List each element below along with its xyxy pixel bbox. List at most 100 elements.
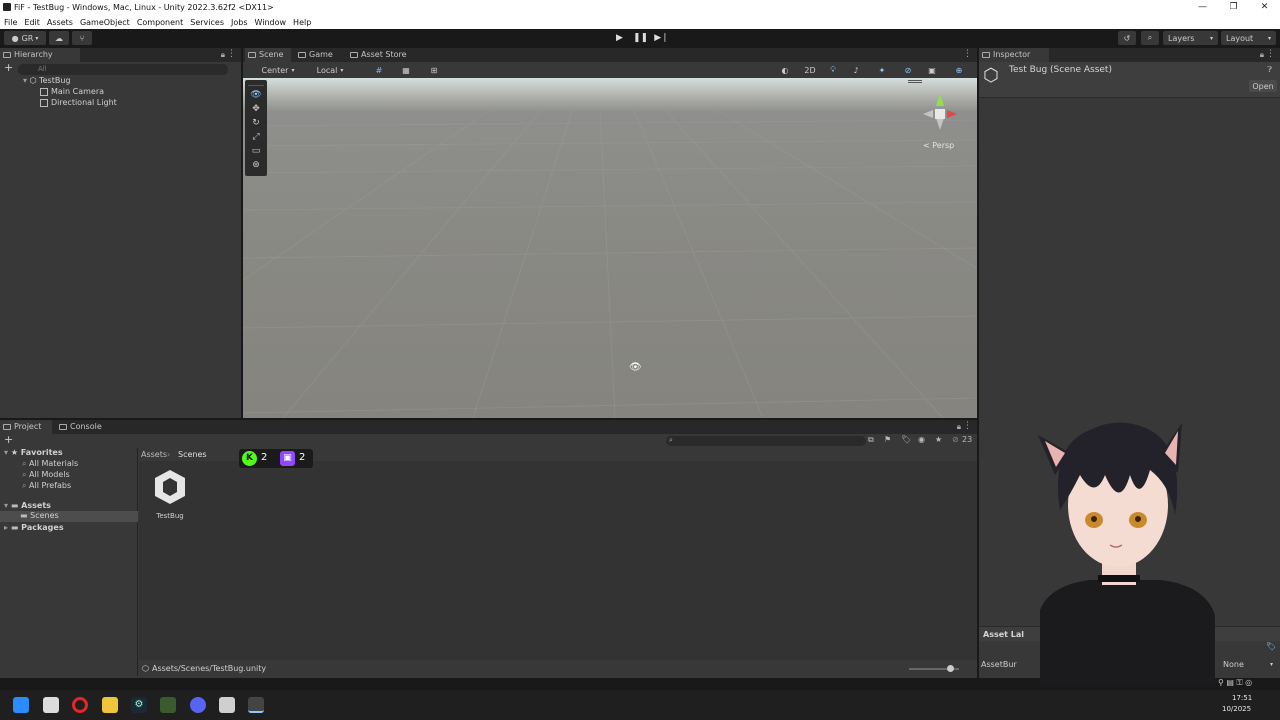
close-button[interactable]: ✕: [1249, 0, 1280, 15]
more-options-icon[interactable]: ⋮: [963, 49, 972, 59]
effects-dropdown[interactable]: ✦: [869, 64, 895, 76]
discord-icon[interactable]: [190, 697, 206, 713]
favorite-item-all-models[interactable]: ⌕ All Models: [22, 470, 70, 480]
tab-console[interactable]: Console: [56, 420, 108, 434]
draw-mode-dropdown[interactable]: ◐: [773, 64, 797, 76]
layout-dropdown[interactable]: Layout ▾: [1221, 31, 1276, 45]
rect-tool-icon[interactable]: ▭: [245, 144, 267, 158]
system-tray-icons[interactable]: ⚲ ▤ ⚿ ◎: [1218, 678, 1252, 688]
menu-file[interactable]: File: [4, 18, 17, 27]
play-controls: ▶ ❚❚ ▶❘: [609, 31, 672, 45]
increment-snap-button[interactable]: ⊞: [422, 64, 446, 76]
menu-gameobject[interactable]: GameObject: [80, 18, 130, 27]
breadcrumb-scenes[interactable]: Scenes: [178, 450, 207, 459]
menu-help[interactable]: Help: [293, 18, 311, 27]
audio-toggle[interactable]: ♪: [846, 64, 866, 76]
grid-snap-button[interactable]: #: [367, 64, 391, 76]
create-asset-button[interactable]: +: [4, 433, 13, 446]
file-explorer-icon[interactable]: [102, 697, 118, 713]
menu-lines-icon[interactable]: [908, 80, 922, 83]
icon-size-slider[interactable]: [909, 665, 959, 672]
account-dropdown[interactable]: ● GR ▾: [4, 31, 46, 45]
scale-tool-icon[interactable]: ⤢: [245, 130, 267, 144]
favorites-row[interactable]: ▾ ★ Favorites: [4, 448, 63, 457]
view-tool-eye-icon[interactable]: 👁︎: [245, 88, 267, 102]
tab-scene[interactable]: Scene: [245, 48, 291, 62]
projection-label[interactable]: < Persp: [923, 141, 954, 150]
steam-icon[interactable]: ⚙: [131, 697, 147, 713]
clock-time[interactable]: 17:51: [1232, 694, 1252, 702]
favorite-item-all-prefabs[interactable]: ⌕ All Prefabs: [22, 481, 71, 491]
orientation-gizmo[interactable]: [915, 90, 965, 132]
tab-asset-store[interactable]: Asset Store: [347, 48, 413, 62]
open-button[interactable]: Open: [1249, 80, 1277, 92]
step-button[interactable]: ▶❘: [651, 31, 672, 45]
hierarchy-item-main-camera[interactable]: Main Camera: [40, 87, 104, 96]
mode-2d-toggle[interactable]: 2D: [800, 64, 820, 76]
opera-icon[interactable]: [72, 697, 88, 713]
hidden-objects-toggle[interactable]: ⊘: [898, 64, 918, 76]
transform-tool-icon[interactable]: ⊛: [245, 158, 267, 172]
unity-editor-icon[interactable]: [248, 697, 264, 713]
tab-game[interactable]: Game: [295, 48, 341, 62]
search-by-type-icon[interactable]: ⧉: [868, 435, 874, 445]
drag-handle[interactable]: [248, 82, 264, 86]
lighting-toggle[interactable]: 💡︎: [823, 64, 843, 76]
visibility-icon[interactable]: ◉: [918, 435, 925, 444]
pause-button[interactable]: ❚❚: [630, 31, 651, 45]
menu-edit[interactable]: Edit: [24, 18, 40, 27]
unity-hub-icon[interactable]: [219, 697, 235, 713]
gizmos-dropdown[interactable]: ⊕: [946, 64, 972, 76]
layers-dropdown[interactable]: Layers ▾: [1163, 31, 1218, 45]
hierarchy-search-input[interactable]: All: [18, 64, 228, 75]
play-button[interactable]: ▶: [609, 31, 630, 45]
add-object-button[interactable]: +: [4, 61, 13, 74]
tab-inspector[interactable]: Inspector: [979, 48, 1049, 62]
hierarchy-item-directional-light[interactable]: Directional Light: [40, 98, 117, 107]
store-icon[interactable]: [43, 697, 59, 713]
game-icon[interactable]: [160, 697, 176, 713]
pivot-dropdown[interactable]: Center ▾: [253, 64, 303, 76]
search-button[interactable]: ⌕: [1141, 31, 1159, 45]
cloud-button[interactable]: ☁: [49, 31, 69, 45]
asset-tile[interactable]: TestBug: [149, 468, 191, 520]
menu-window[interactable]: Window: [255, 18, 287, 27]
camera-settings-dropdown[interactable]: ▣: [921, 64, 943, 76]
move-tool-icon[interactable]: ✥: [245, 102, 267, 116]
help-icon[interactable]: ❓︎: [1267, 65, 1272, 75]
packages-folder-row[interactable]: ▸ ▬ Packages: [4, 523, 64, 532]
clock-date[interactable]: 10/2025: [1222, 705, 1251, 713]
menu-assets[interactable]: Assets: [47, 18, 73, 27]
assets-folder-row[interactable]: ▾ ▬ Assets: [4, 501, 51, 510]
lock-icon[interactable]: 🔒︎: [957, 422, 961, 432]
history-button[interactable]: ↺: [1118, 31, 1136, 45]
menu-jobs[interactable]: Jobs: [231, 18, 248, 27]
menu-component[interactable]: Component: [137, 18, 183, 27]
project-search-input[interactable]: ⌕: [666, 436, 866, 446]
lock-icon[interactable]: 🔒︎: [221, 50, 225, 60]
menu-services[interactable]: Services: [190, 18, 224, 27]
tab-hierarchy[interactable]: Hierarchy: [0, 48, 80, 62]
scenes-folder-row[interactable]: ▬ Scenes: [0, 511, 138, 522]
hierarchy-scene-row[interactable]: ▾ ⬡ TestBug: [23, 76, 70, 85]
more-options-icon[interactable]: ⋮: [963, 421, 972, 431]
more-options-icon[interactable]: ⋮: [227, 49, 236, 59]
windows-start-icon[interactable]: [13, 697, 29, 713]
tab-project[interactable]: Project: [0, 420, 52, 434]
favorite-star-icon[interactable]: ★: [935, 435, 942, 444]
rotate-tool-icon[interactable]: ↻: [245, 116, 267, 130]
lock-icon[interactable]: 🔒︎: [1260, 50, 1264, 60]
minimize-button[interactable]: —: [1187, 0, 1218, 15]
scene-viewport[interactable]: 👁︎ ✥ ↻ ⤢ ▭ ⊛ < Persp 👁︎: [243, 78, 977, 418]
tag-icon[interactable]: 🏷︎: [1266, 642, 1276, 651]
grid-visibility-button[interactable]: ▦: [394, 64, 418, 76]
breadcrumb-assets[interactable]: Assets: [141, 450, 167, 459]
more-options-icon[interactable]: ⋮: [1266, 49, 1275, 59]
search-by-label-icon[interactable]: ⚑: [884, 435, 891, 444]
maximize-button[interactable]: ❐: [1218, 0, 1249, 15]
favorite-item-all-materials[interactable]: ⌕ All Materials: [22, 459, 78, 469]
space-dropdown[interactable]: Local ▾: [307, 64, 353, 76]
tag-icon[interactable]: 🏷︎: [901, 435, 911, 444]
version-control-button[interactable]: ⑂: [72, 31, 92, 45]
slider-handle[interactable]: [947, 665, 954, 672]
